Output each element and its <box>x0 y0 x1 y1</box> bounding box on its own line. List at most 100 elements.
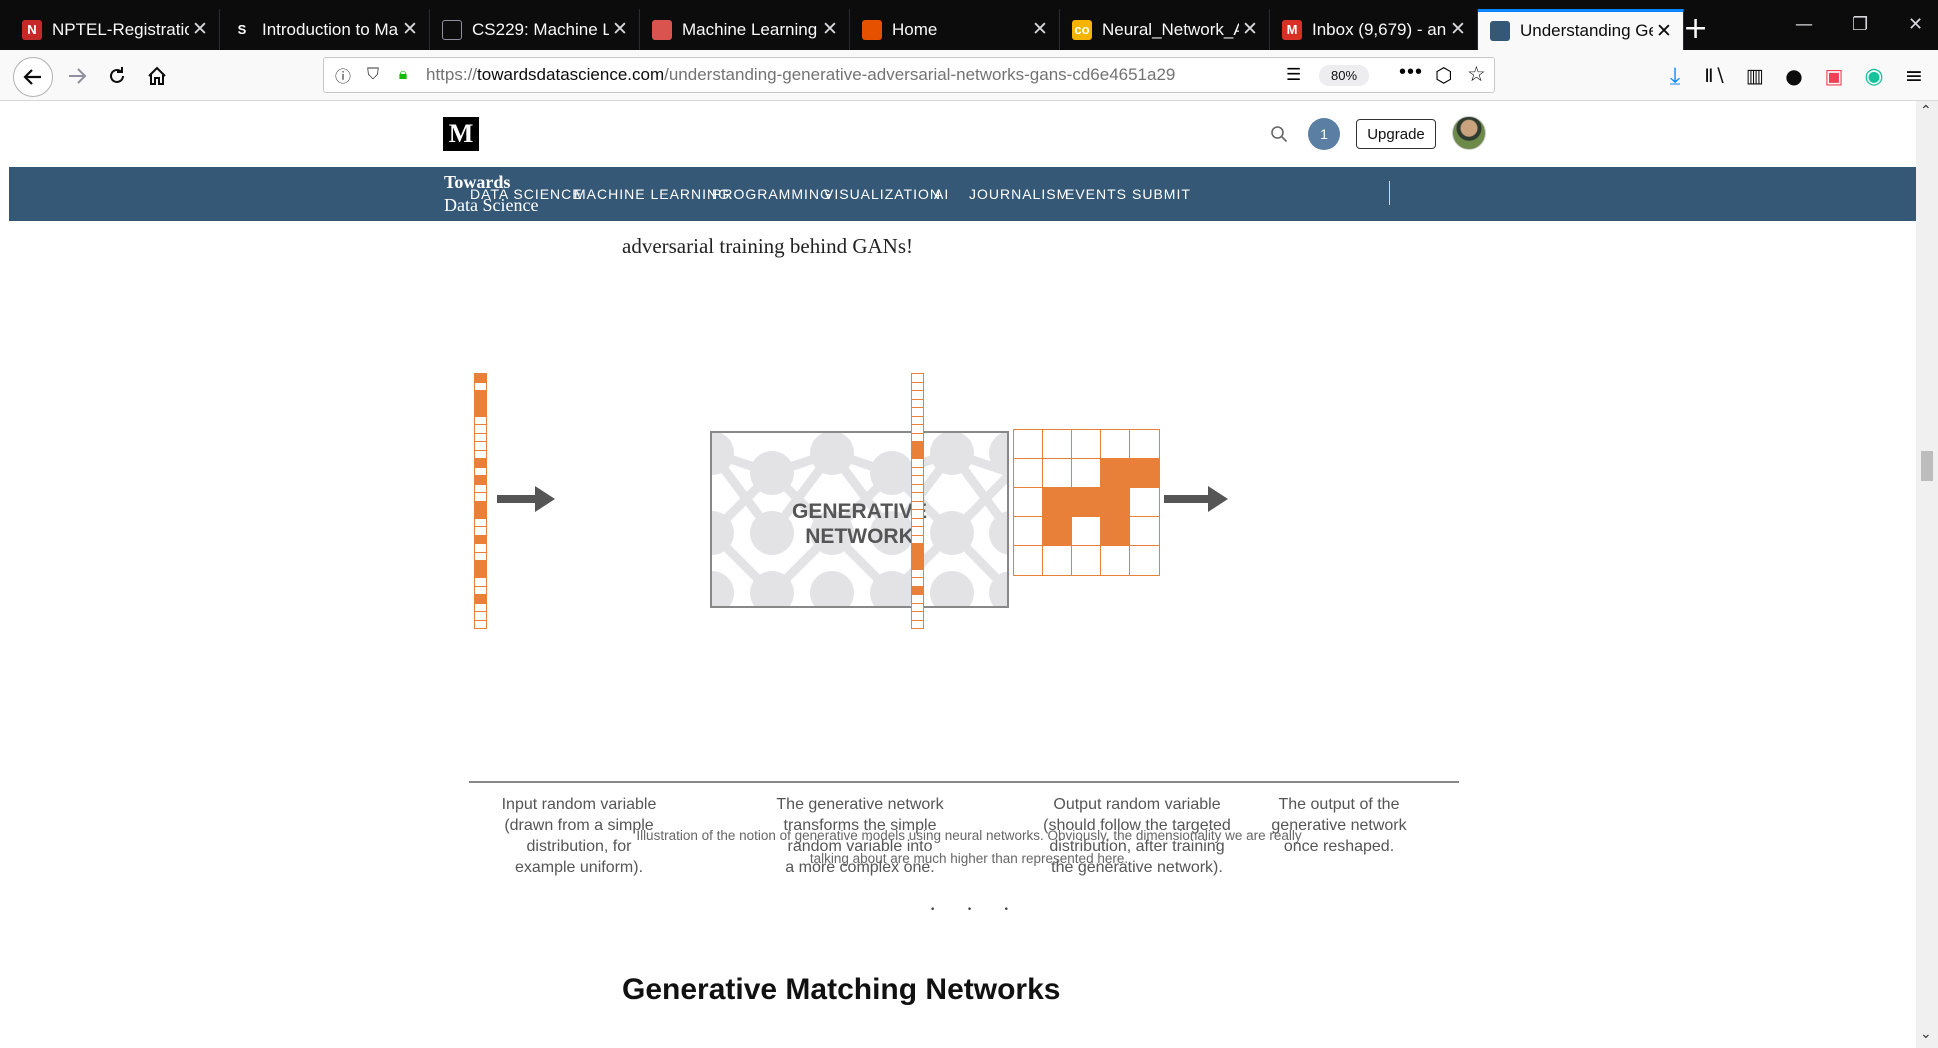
arrow-right-icon <box>497 486 555 512</box>
tab-favicon-icon <box>652 19 672 40</box>
library-icon[interactable]: Ⅱ∖ <box>1698 59 1732 93</box>
tab-favicon-icon: M <box>1282 19 1302 40</box>
page-scrollbar[interactable]: ⌃ ⌄ <box>1916 101 1938 1048</box>
generative-network-label: GENERATIVE NETWORK <box>792 500 927 548</box>
grid-cell <box>1042 458 1073 489</box>
window-close-icon[interactable]: ✕ <box>1908 14 1923 35</box>
reload-button[interactable] <box>100 59 134 93</box>
url-bar[interactable]: ⓘ ⛉ 🔒︎ https://towardsdatascience.com/un… <box>323 57 1495 93</box>
nav-link[interactable]: PROGRAMMING <box>712 186 832 202</box>
restore-icon[interactable]: ❐ <box>1852 14 1868 35</box>
browser-tab[interactable]: N NPTEL-Registration ✕ <box>10 9 220 50</box>
home-button[interactable] <box>140 59 174 93</box>
grid-cell <box>1042 487 1073 518</box>
nav-link[interactable]: SUBMIT <box>1132 186 1191 202</box>
nav-link[interactable]: AI <box>934 186 949 202</box>
grid-cell <box>1100 516 1131 547</box>
zoom-level-badge[interactable]: 80% <box>1319 65 1369 86</box>
web-page: M 1 Upgrade Towards Data Science DATA SC… <box>9 101 1916 1048</box>
nav-link[interactable]: MACHINE LEARNING <box>574 186 730 202</box>
tab-favicon-icon: N <box>22 19 42 40</box>
pocket-extension-icon[interactable]: ▣ <box>1817 59 1851 93</box>
vector-cell <box>911 619 924 630</box>
tab-favicon-icon <box>442 19 462 40</box>
downloads-icon[interactable]: ⤓ <box>1658 59 1692 93</box>
browser-tab[interactable]: Understanding Gene✕ <box>1478 9 1684 50</box>
new-tab-button[interactable]: + <box>1683 12 1708 46</box>
grid-cell <box>1013 458 1044 489</box>
browser-tab[interactable]: M Inbox (9,679) - anki ✕ <box>1270 9 1478 50</box>
grid-cell <box>1071 487 1102 518</box>
shield-icon[interactable]: ⛉ <box>362 66 384 84</box>
browser-tab[interactable]: Home ✕ <box>850 9 1060 50</box>
nav-divider <box>1389 181 1390 205</box>
home-icon <box>148 66 166 85</box>
reader-view-icon[interactable]: ☰ <box>1286 65 1301 85</box>
tab-title: NPTEL-Registration <box>52 19 189 39</box>
close-tab-icon[interactable]: ✕ <box>609 18 631 41</box>
reload-icon <box>110 67 124 83</box>
browser-tab[interactable]: co Neural_Network_Al ✕ <box>1060 9 1270 50</box>
tab-title: Home <box>892 19 938 39</box>
grid-cell <box>1013 429 1044 460</box>
close-tab-icon[interactable]: ✕ <box>189 18 211 41</box>
grid-cell <box>1071 429 1102 460</box>
generative-model-figure: GENERATIVE NETWORK Input random variable… <box>469 336 1469 876</box>
bookmark-star-icon[interactable]: ☆ <box>1467 62 1486 87</box>
tab-title: Neural_Network_Al <box>1102 19 1239 39</box>
forward-button[interactable] <box>60 59 94 93</box>
scrollbar-thumb[interactable] <box>1921 451 1933 481</box>
account-icon[interactable]: ● <box>1777 59 1811 93</box>
browser-tab[interactable]: CS229: Machine Learnin✕ <box>430 9 640 50</box>
nav-link[interactable]: JOURNALISM <box>969 186 1069 202</box>
scroll-down-icon[interactable]: ⌄ <box>1920 1026 1932 1042</box>
grid-cell <box>1129 516 1160 547</box>
nav-link[interactable]: EVENTS <box>1065 186 1127 202</box>
close-tab-icon[interactable]: ✕ <box>1029 18 1051 41</box>
url-text: https://towardsdatascience.com/understan… <box>426 65 1176 84</box>
close-tab-icon[interactable]: ✕ <box>819 18 841 41</box>
grid-cell <box>1071 545 1102 576</box>
article-paragraph: adversarial training behind GANs! <box>622 234 913 258</box>
upgrade-button[interactable]: Upgrade <box>1356 119 1436 149</box>
section-heading: Generative Matching Networks <box>622 973 1061 1006</box>
arrow-right-icon <box>1164 486 1228 512</box>
browser-tab[interactable]: Machine Learning M✕ <box>640 9 850 50</box>
navigation-toolbar: ⓘ ⛉ 🔒︎ https://towardsdatascience.com/un… <box>0 50 1938 101</box>
tab-favicon-icon: co <box>1072 19 1092 40</box>
menu-icon[interactable]: ≡ <box>1897 59 1931 93</box>
notifications-badge[interactable]: 1 <box>1308 118 1340 150</box>
search-icon[interactable] <box>1270 125 1288 143</box>
close-tab-icon[interactable]: ✕ <box>399 18 421 41</box>
info-icon[interactable]: ⓘ <box>332 63 354 87</box>
sidebar-icon[interactable]: ▥ <box>1738 59 1772 93</box>
back-button[interactable] <box>13 57 53 97</box>
lock-icon[interactable]: 🔒︎ <box>392 66 414 84</box>
medium-logo[interactable]: M <box>443 117 479 151</box>
close-tab-icon[interactable]: ✕ <box>1447 18 1469 41</box>
scroll-up-icon[interactable]: ⌃ <box>1920 103 1932 119</box>
close-tab-icon[interactable]: ✕ <box>1653 20 1675 43</box>
tab-favicon-icon <box>862 19 882 40</box>
page-actions-icon[interactable]: ••• <box>1399 61 1423 84</box>
grid-cell <box>1100 429 1131 460</box>
arrow-right-icon <box>69 68 87 84</box>
nav-link[interactable]: VISUALIZATION <box>824 186 941 202</box>
grid-cell <box>1100 458 1131 489</box>
tab-title: Machine Learning M <box>682 19 819 39</box>
nav-link[interactable]: DATA SCIENCE <box>470 186 583 202</box>
grammarly-icon[interactable]: ◉ <box>1857 59 1891 93</box>
minimize-icon[interactable]: — <box>1795 14 1813 35</box>
pocket-icon[interactable]: ⬡ <box>1435 63 1452 88</box>
section-separator: · · · <box>929 896 1022 921</box>
grid-cell <box>1071 516 1102 547</box>
close-tab-icon[interactable]: ✕ <box>1239 18 1261 41</box>
avatar[interactable] <box>1452 116 1486 150</box>
browser-tab[interactable]: S Introduction to Mac ✕ <box>220 9 430 50</box>
tab-strip: N NPTEL-Registration ✕ S Introduction to Mac… <box>0 0 1938 50</box>
grid-cell <box>1129 458 1160 489</box>
tab-title: Inbox (9,679) - anki <box>1312 19 1447 39</box>
grid-cell <box>1100 487 1131 518</box>
grid-cell <box>1129 487 1160 518</box>
grid-cell <box>1013 516 1044 547</box>
